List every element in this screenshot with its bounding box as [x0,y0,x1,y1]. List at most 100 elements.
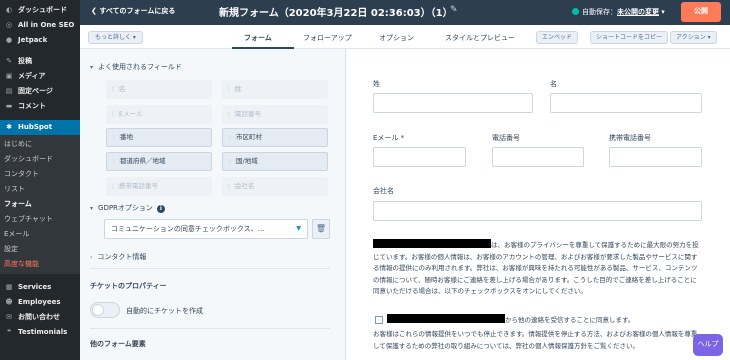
field-label: 国/地域 [236,157,258,165]
consent-checkbox[interactable] [375,316,383,324]
hubspot-sub-email[interactable]: Eメール [0,227,80,242]
tab-options[interactable]: オプション [379,33,414,43]
wp-menu-label: コメント [18,102,46,110]
embed-button[interactable]: エンベッド [536,31,579,44]
wp-menu-jetpack[interactable]: ● Jetpack [0,33,80,48]
consent-label: から他の連絡を受信することに同意します。 [387,314,703,327]
tab-follow-up[interactable]: フォローアップ [303,33,352,43]
drag-handle-icon: ⋮⋮ [110,183,122,190]
wp-menu-media[interactable]: ▣ メディア [0,69,80,84]
chevron-down-icon[interactable]: ▾ [661,8,665,16]
wp-admin-sidebar: ◐ ダッシュボード ◎ All in One SEO ● Jetpack ✎ 投稿 ▣ メ… [0,0,80,360]
field-email[interactable]: ⋮⋮ Eメール [106,105,212,124]
wp-menu-dashboard[interactable]: ◐ ダッシュボード [0,3,80,18]
form-preview: 姓 名 Eメール * 電話番号 携帯電話番号 会社名 は、お客様のプライバシーを… [347,49,730,360]
hubspot-sub-getting-started[interactable]: はじめに [0,137,80,152]
caret-down-icon: ▼ [296,225,301,232]
pencil-icon[interactable]: ✎ [450,5,458,15]
wp-menu-label: Testimonials [18,328,68,336]
media-icon: ▣ [5,72,13,80]
page-icon: ▤ [5,87,13,95]
auto-create-ticket-label: 自動的にチケットを作成 [126,307,203,315]
wp-menu-testimonials[interactable]: ❝ Testimonials [0,325,80,340]
wp-menu-aioseo[interactable]: ◎ All in One SEO [0,18,80,33]
drag-handle-icon: ⋮⋮ [110,86,122,93]
seo-icon: ◎ [5,21,13,29]
input-email[interactable] [373,147,466,167]
testimonials-icon: ❝ [6,328,12,336]
wp-menu-posts[interactable]: ✎ 投稿 [0,54,80,69]
unsubscribe-text: お客様はこれらの情報提供をいつでも停止できます。情報提供を停止する方法、およびお… [373,330,698,350]
hubspot-sub-settings[interactable]: 設定 [0,242,80,257]
wp-menu-label: お問い合わせ [18,313,60,321]
redacted-company-name [387,314,505,323]
input-mobile[interactable] [609,147,702,167]
field-first-name[interactable]: ⋮⋮ 名 [106,80,212,99]
chevron-down-icon: ▾ [90,205,94,212]
hubspot-sub-advanced[interactable]: 高度な機能 [0,257,80,272]
wp-menu-hubspot[interactable]: ✱ HubSpot [0,120,80,135]
auto-create-ticket-toggle[interactable] [90,302,120,318]
field-street-address[interactable]: ⋮⋮ 番地 [106,128,212,147]
unpublished-changes-link[interactable]: 未公開の変更 [617,8,659,16]
chevron-right-icon: › [90,254,93,261]
wp-menu-comments[interactable]: ▬ コメント [0,99,80,114]
form-fields-panel: ▾ よく使用されるフィールド ⋮⋮ 名 ⋮⋮ 姓 ⋮⋮ Eメール ⋮⋮ 電話番号 ⋮⋮ 番地… [80,49,346,360]
tab-form[interactable]: フォーム [244,33,272,43]
hubspot-sub-contacts[interactable]: コンタクト [0,167,80,182]
section-heading: よく使用されるフィールド [98,63,182,71]
field-phone[interactable]: ⋮⋮ 電話番号 [222,105,328,124]
label-phone: 電話番号 [492,134,520,142]
delete-button[interactable]: 🗑 [312,219,330,239]
hubspot-sub-webchat[interactable]: ウェブチャット [0,212,80,227]
help-button[interactable]: ヘルプ [693,334,723,356]
field-city[interactable]: ⋮⋮ 市区町村 [222,128,328,147]
info-icon[interactable]: i [156,205,165,213]
wp-menu-label: Jetpack [18,36,48,44]
gdpr-option-select[interactable]: コミュニケーションの同意チェックボックス、... ▼ [104,219,308,239]
field-mobile-phone[interactable]: ⋮⋮ 携帯電話番号 [106,177,212,196]
wp-menu-label: HubSpot [18,123,53,131]
hubspot-sub-forms[interactable]: フォーム [0,197,80,212]
mail-icon: ✉ [6,313,12,321]
pin-icon: ✎ [6,57,12,65]
field-state-region[interactable]: ⋮⋮ 都道府県／地域 [106,152,212,171]
wp-menu-pages[interactable]: ▤ 固定ページ [0,84,80,99]
field-country-region[interactable]: ⋮⋮ 国/地域 [222,152,328,171]
trash-icon: 🗑 [315,224,327,233]
learn-more-dropdown[interactable]: もっと詳しく ▾ [88,31,143,44]
field-label: 電話番号 [235,110,261,118]
drag-handle-icon: ⋮⋮ [227,134,239,141]
hubspot-sub-lists[interactable]: リスト [0,182,80,197]
wp-menu-services[interactable]: ▦ Services [0,280,80,295]
input-first-name[interactable] [550,93,702,113]
autosave-status: 自動保存：未公開の変更 ▾ [572,7,665,17]
label-mobile: 携帯電話番号 [609,134,651,142]
autosave-dot-icon [572,8,579,15]
field-company-name[interactable]: ⋮⋮ 会社名 [222,177,328,196]
wp-menu-employees[interactable]: ☻ Employees [0,295,80,310]
label-last-name: 姓 [373,80,380,88]
label-company: 会社名 [373,187,394,195]
field-last-name[interactable]: ⋮⋮ 姓 [222,80,328,99]
tab-style-preview[interactable]: スタイルとプレビュー [445,33,515,43]
privacy-notice: は、お客様のプライバシーを尊重して保護するために最大限の努力を投じています。お客… [373,239,703,298]
publish-button[interactable]: 公開 [681,2,721,22]
hubspot-sub-dashboard[interactable]: ダッシュボード [0,152,80,167]
jetpack-icon: ● [5,36,13,44]
input-company[interactable] [373,201,702,221]
copy-shortcode-button[interactable]: ショートコードをコピー [590,31,669,44]
back-to-forms-link[interactable]: ❮ すべてのフォームに戻る [91,6,175,16]
label-email: Eメール * [373,134,405,142]
label-first-name: 名 [550,80,557,88]
section-divider [90,328,330,329]
common-fields-section-toggle[interactable]: ▾ よく使用されるフィールド [90,62,182,72]
input-last-name[interactable] [373,93,533,113]
contact-info-section-toggle[interactable]: › コンタクト情報 [90,252,146,262]
actions-dropdown[interactable]: アクション ▾ [670,31,717,44]
gdpr-section-toggle[interactable]: ▾ GDPRオプション i [90,203,165,213]
drag-handle-icon: ⋮⋮ [226,111,238,118]
back-link-label: すべてのフォームに戻る [99,7,176,15]
input-phone[interactable] [492,147,584,167]
wp-menu-contact[interactable]: ✉ お問い合わせ [0,310,80,325]
